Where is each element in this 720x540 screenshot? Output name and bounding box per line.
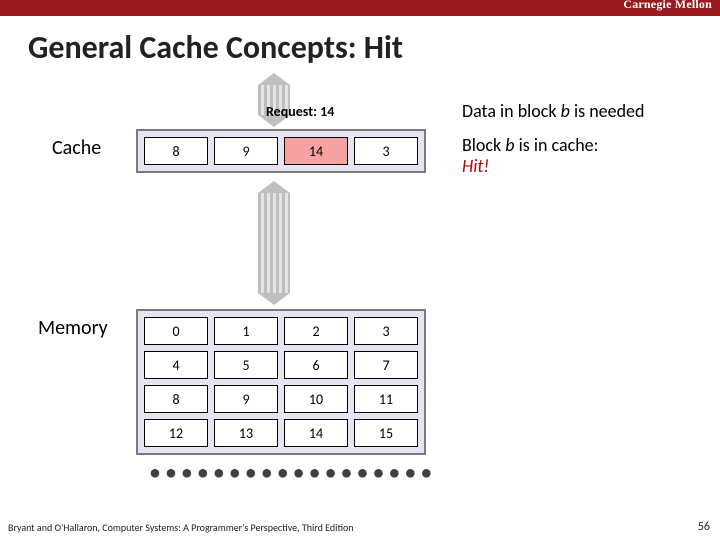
narration-1-pre: Data in block <box>462 100 561 122</box>
cache-cell: 14 <box>284 137 348 165</box>
arrow-head-up-icon <box>258 73 290 85</box>
memory-cell: 9 <box>214 385 278 413</box>
arrow-head-down-icon <box>258 293 290 305</box>
memory-cell: 3 <box>354 317 418 345</box>
memory-cell: 1 <box>214 317 278 345</box>
narration-1-var: b <box>561 100 570 122</box>
memory-grid: 0123456789101112131415 <box>136 309 426 455</box>
narration-2-hit: Hit! <box>462 155 489 177</box>
narration-2-post: is in cache: <box>519 134 599 156</box>
memory-label: Memory <box>38 316 108 340</box>
narration-1: Data in block b is needed <box>462 101 644 122</box>
memory-cell: 15 <box>354 419 418 447</box>
arrow-cache-memory <box>258 181 290 305</box>
memory-cell: 0 <box>144 317 208 345</box>
diagram-stage: Request: 14 Data in block b is needed Bl… <box>0 73 720 503</box>
footer-page-number: 56 <box>698 520 710 534</box>
narration-2: Block b is in cache: Hit! <box>462 135 598 176</box>
narration-2-pre: Block <box>462 134 505 156</box>
narration-1-post: is needed <box>570 100 645 122</box>
cache-grid: 89143 <box>136 129 426 173</box>
cache-label: Cache <box>52 136 101 160</box>
memory-cell: 10 <box>284 385 348 413</box>
narration-2-var: b <box>505 134 514 156</box>
arrow-shaft <box>258 193 290 293</box>
memory-cell: 2 <box>284 317 348 345</box>
cache-cell: 3 <box>354 137 418 165</box>
cache-cell: 8 <box>144 137 208 165</box>
memory-cell: 14 <box>284 419 348 447</box>
memory-cell: 7 <box>354 351 418 379</box>
memory-cell: 13 <box>214 419 278 447</box>
memory-cell: 11 <box>354 385 418 413</box>
footer-citation: Bryant and O'Hallaron, Computer Systems:… <box>8 521 354 534</box>
memory-continues-dots: •••••••••••••••••• <box>150 461 430 485</box>
request-label: Request: 14 <box>266 103 334 120</box>
memory-cell: 12 <box>144 419 208 447</box>
cache-cell: 9 <box>214 137 278 165</box>
brand-bar: Carnegie Mellon <box>0 0 720 16</box>
memory-cell: 4 <box>144 351 208 379</box>
arrow-head-up-icon <box>258 181 290 193</box>
memory-cell: 6 <box>284 351 348 379</box>
brand-label: Carnegie Mellon <box>623 0 712 12</box>
slide-title: General Cache Concepts: Hit <box>28 28 720 67</box>
memory-cell: 5 <box>214 351 278 379</box>
memory-cell: 8 <box>144 385 208 413</box>
